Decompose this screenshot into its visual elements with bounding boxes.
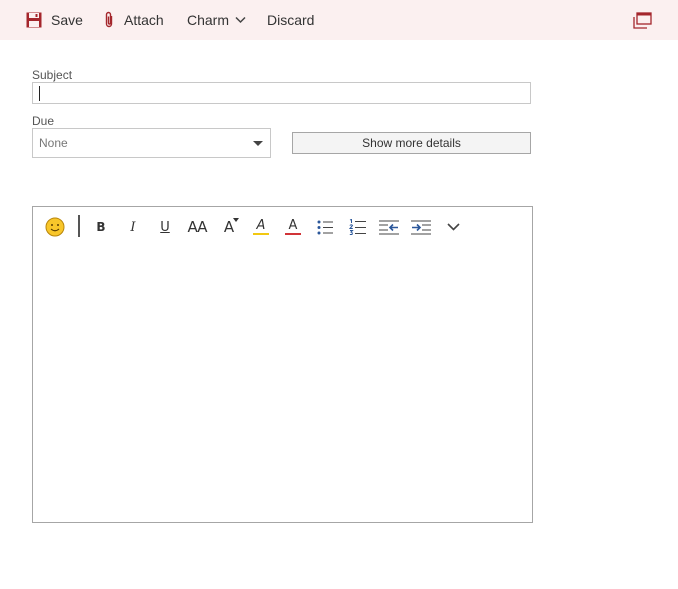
charm-menu-button[interactable]: Charm: [187, 0, 246, 40]
text-caret: [39, 86, 40, 101]
due-dropdown[interactable]: None: [32, 128, 271, 158]
dropdown-arrow-icon: [253, 141, 263, 146]
underline-button[interactable]: U: [152, 215, 178, 239]
bullets-button[interactable]: [312, 215, 338, 239]
grow-arrow-icon: [233, 218, 239, 222]
save-button[interactable]: Save: [26, 0, 83, 40]
subject-label: Subject: [32, 68, 73, 82]
decrease-indent-button[interactable]: [376, 215, 402, 239]
highlight-glyph: A: [256, 218, 266, 233]
editor-content-area[interactable]: [34, 247, 531, 521]
numbering-button[interactable]: [344, 215, 370, 239]
discard-button[interactable]: Discard: [267, 0, 314, 40]
more-options-icon: [446, 223, 460, 231]
increase-indent-button[interactable]: [408, 215, 434, 239]
decrease-indent-icon: [379, 220, 399, 235]
subject-input[interactable]: [32, 82, 531, 104]
save-icon: [26, 12, 42, 28]
chevron-down-icon: [235, 16, 246, 24]
font-size-button[interactable]: AA: [184, 215, 210, 239]
save-label: Save: [51, 12, 83, 28]
emoji-icon: [45, 217, 65, 237]
bold-glyph: B: [96, 220, 106, 234]
bold-button[interactable]: B: [88, 215, 114, 239]
show-more-details-label: Show more details: [362, 136, 461, 150]
toolbar-separator: [78, 215, 80, 237]
increase-indent-icon: [411, 220, 431, 235]
more-options-button[interactable]: [440, 215, 466, 239]
due-label: Due: [32, 114, 55, 128]
due-value: None: [39, 136, 68, 150]
highlight-button[interactable]: A: [248, 215, 274, 239]
font-color-button[interactable]: A: [280, 215, 306, 239]
numbering-icon: [348, 219, 366, 235]
discard-label: Discard: [267, 12, 315, 28]
charm-label: Charm: [187, 12, 230, 28]
attach-label: Attach: [124, 12, 164, 28]
highlight-color-bar: [253, 233, 269, 235]
italic-button[interactable]: I: [120, 215, 146, 239]
grow-font-button[interactable]: A: [216, 215, 242, 239]
show-more-details-button[interactable]: Show more details: [292, 132, 531, 154]
font-size-glyph: AA: [187, 217, 208, 236]
attach-button[interactable]: Attach: [103, 0, 164, 40]
popout-button[interactable]: [633, 0, 652, 40]
underline-glyph: U: [160, 219, 170, 235]
body-editor: B I U AA A A A: [32, 206, 533, 523]
popout-icon: [633, 11, 652, 29]
font-color-bar: [285, 233, 301, 235]
bullets-icon: [317, 220, 333, 235]
font-color-glyph: A: [288, 218, 298, 233]
paperclip-icon: [103, 11, 115, 29]
command-bar: Save Attach Charm Discard: [0, 0, 678, 40]
italic-glyph: I: [130, 219, 136, 235]
emoji-button[interactable]: [42, 215, 68, 239]
